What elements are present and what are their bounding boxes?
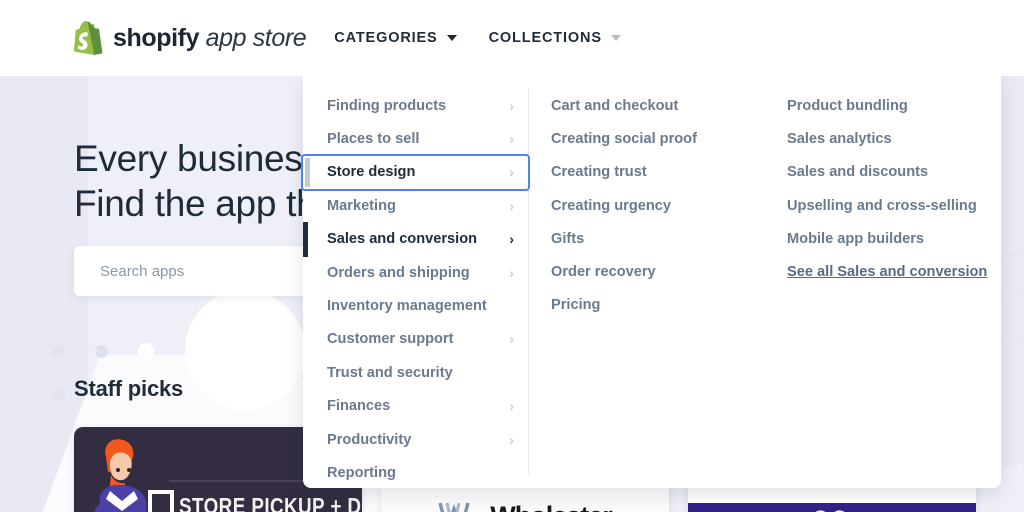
see-all-label: See all Sales and conversion <box>787 264 988 281</box>
chevron-right-icon: › <box>509 264 514 281</box>
subcategory-item-upselling-and-cross-selling[interactable]: Upselling and cross-selling <box>787 189 987 222</box>
category-label: Finding products <box>327 97 447 114</box>
chevron-right-icon: › <box>509 131 514 148</box>
nav-item-categories[interactable]: CATEGORIES <box>334 30 457 46</box>
card-banner <box>688 503 976 512</box>
category-item-reporting[interactable]: Reporting <box>303 456 528 489</box>
logo-italic-text: app store <box>205 23 307 52</box>
subcategory-item-pricing[interactable]: Pricing <box>551 289 767 322</box>
category-item-finances[interactable]: Finances › <box>303 390 528 423</box>
subcategory-label: Sales and discounts <box>787 164 929 181</box>
caret-down-icon <box>610 35 621 41</box>
decorative-dot <box>52 345 65 358</box>
subcategory-item-order-recovery[interactable]: Order recovery <box>551 255 767 288</box>
category-item-orders-and-shipping[interactable]: Orders and shipping › <box>303 256 528 289</box>
subcategory-item-creating-urgency[interactable]: Creating urgency <box>551 189 767 222</box>
subcategory-item-mobile-app-builders[interactable]: Mobile app builders <box>787 222 987 255</box>
subcategory-label: Pricing <box>551 297 601 314</box>
category-label: Sales and conversion <box>327 231 478 248</box>
subcategory-panel: Cart and checkout Creating social proof … <box>529 76 1001 488</box>
chevron-right-icon: › <box>509 197 514 214</box>
category-label: Inventory management <box>327 298 487 315</box>
subcategory-item-cart-and-checkout[interactable]: Cart and checkout <box>551 89 767 122</box>
subcategory-item-creating-trust[interactable]: Creating trust <box>551 156 767 189</box>
logo-text: shopify app store <box>113 23 307 53</box>
chevron-right-icon: › <box>509 231 514 248</box>
subcategory-item-product-bundling[interactable]: Product bundling <box>787 89 987 122</box>
category-label: Customer support <box>327 331 454 348</box>
category-label: Finances <box>327 398 391 415</box>
card-title: STORE PICKUP + DELIVERY <box>179 493 362 512</box>
card-banner: Wholester <box>381 495 669 512</box>
category-label: Store design <box>327 164 416 181</box>
subcategory-label: Product bundling <box>787 97 908 114</box>
subcategory-item-creating-social-proof[interactable]: Creating social proof <box>551 122 767 155</box>
subcategory-label: Creating trust <box>551 164 647 181</box>
decorative-dot <box>138 343 154 359</box>
chevron-right-icon: › <box>509 431 514 448</box>
subcategory-label: Gifts <box>551 230 585 247</box>
subcategory-label: Creating urgency <box>551 197 672 214</box>
infinity-logo-icon <box>816 510 844 512</box>
caret-down-icon <box>446 35 457 41</box>
category-item-marketing[interactable]: Marketing › <box>303 189 528 222</box>
background-circle <box>185 290 305 410</box>
category-item-customer-support[interactable]: Customer support › <box>303 323 528 356</box>
decorative-dot <box>95 345 108 358</box>
category-label: Reporting <box>327 464 396 481</box>
staff-picks-title: Staff picks <box>74 376 184 401</box>
wholester-logo-icon <box>438 502 470 512</box>
category-item-finding-products[interactable]: Finding products › <box>303 89 528 122</box>
subcategory-item-sales-analytics[interactable]: Sales analytics <box>787 122 987 155</box>
chevron-right-icon: › <box>509 331 514 348</box>
chevron-right-icon: › <box>509 398 514 415</box>
category-item-inventory-management[interactable]: Inventory management <box>303 289 528 322</box>
card-title: Wholester <box>490 501 613 512</box>
subcategory-label: Creating social proof <box>551 130 697 147</box>
category-item-trust-and-security[interactable]: Trust and security <box>303 356 528 389</box>
nav-item-label: COLLECTIONS <box>488 30 602 46</box>
subcategory-item-sales-and-discounts[interactable]: Sales and discounts <box>787 156 987 189</box>
checkbox-icon <box>148 490 174 512</box>
subcategory-column-1: Cart and checkout Creating social proof … <box>529 89 767 488</box>
subcategory-label: Mobile app builders <box>787 230 925 247</box>
subcategory-label: Order recovery <box>551 264 656 281</box>
category-item-store-design[interactable]: Store design › <box>303 155 528 190</box>
shopify-app-store-logo[interactable]: shopify app store <box>74 21 307 55</box>
subcategory-column-2: Product bundling Sales analytics Sales a… <box>767 89 987 488</box>
category-item-productivity[interactable]: Productivity › <box>303 423 528 456</box>
subcategory-label: Upselling and cross-selling <box>787 197 977 214</box>
shopify-bag-icon <box>74 21 103 55</box>
subcategory-label: Sales analytics <box>787 130 892 147</box>
nav-item-collections[interactable]: COLLECTIONS <box>489 30 621 46</box>
search-placeholder-text: Search apps <box>100 262 185 280</box>
main-nav: CATEGORIES COLLECTIONS <box>334 30 621 46</box>
decorative-dot <box>52 388 65 401</box>
category-label: Orders and shipping <box>327 264 470 281</box>
subcategory-item-gifts[interactable]: Gifts <box>551 222 767 255</box>
categories-dropdown-panel: Finding products › Places to sell › Stor… <box>303 76 1001 488</box>
category-label: Places to sell <box>327 131 420 148</box>
subcategory-label: Cart and checkout <box>551 97 679 114</box>
see-all-sales-and-conversion-link[interactable]: See all Sales and conversion <box>787 255 987 288</box>
site-header: shopify app store CATEGORIES COLLECTIONS <box>0 0 1024 76</box>
logo-bold-text: shopify <box>113 23 200 52</box>
nav-item-label: CATEGORIES <box>334 30 438 46</box>
chevron-right-icon: › <box>509 97 514 114</box>
category-label: Productivity <box>327 431 412 448</box>
category-item-places-to-sell[interactable]: Places to sell › <box>303 122 528 155</box>
category-item-sales-and-conversion[interactable]: Sales and conversion › <box>303 221 528 258</box>
chevron-right-icon: › <box>509 164 514 181</box>
category-list: Finding products › Places to sell › Stor… <box>303 76 528 488</box>
app-store-page: Every business Find the app that Search … <box>0 0 1024 512</box>
category-label: Marketing <box>327 197 396 214</box>
category-label: Trust and security <box>327 364 453 381</box>
